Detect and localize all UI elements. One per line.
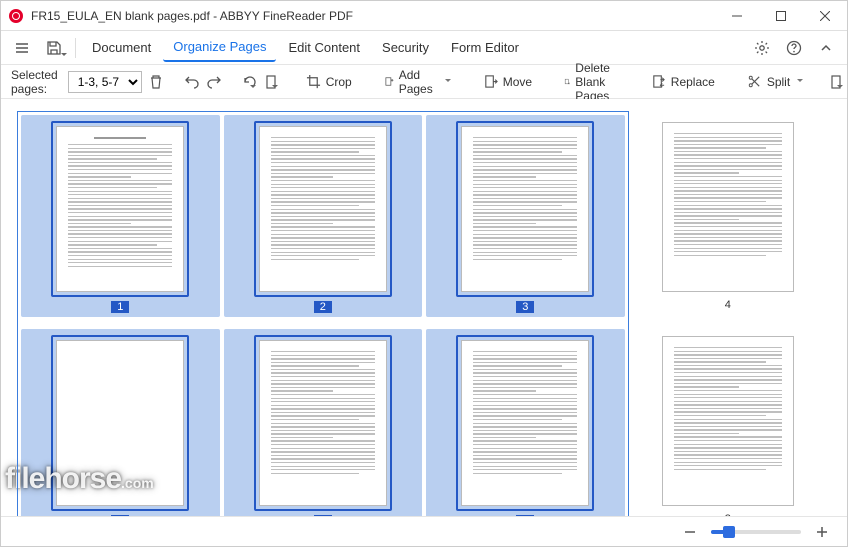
delete-blank-label: Delete Blank Pages: [575, 61, 619, 103]
zoom-out-button[interactable]: [677, 519, 703, 545]
add-pages-button[interactable]: Add Pages: [378, 64, 457, 100]
divider: [75, 38, 76, 58]
add-pages-label: Add Pages: [399, 68, 438, 96]
maximize-button[interactable]: [759, 1, 803, 31]
tab-edit-content[interactable]: Edit Content: [278, 34, 370, 61]
delete-icon[interactable]: [148, 69, 164, 95]
selected-pages-input[interactable]: 1-3, 5-7: [68, 71, 142, 93]
page-number: 8: [719, 513, 737, 516]
collapse-icon[interactable]: [811, 33, 841, 63]
page-thumb-8[interactable]: 8: [627, 327, 830, 516]
page-number: 7: [516, 515, 534, 516]
page-number: 5: [111, 515, 129, 516]
help-icon[interactable]: [779, 33, 809, 63]
replace-label: Replace: [671, 75, 715, 89]
page-number: 2: [314, 301, 332, 313]
page-thumb-2[interactable]: 2: [224, 115, 423, 317]
redo-icon[interactable]: [206, 69, 222, 95]
tab-form-editor[interactable]: Form Editor: [441, 34, 529, 61]
page-number: 4: [719, 299, 737, 311]
replace-button[interactable]: Replace: [645, 70, 721, 93]
page-thumb-1[interactable]: 1: [21, 115, 220, 317]
page-thumb-3[interactable]: 3: [426, 115, 625, 317]
gear-icon[interactable]: [747, 33, 777, 63]
move-label: Move: [503, 75, 532, 89]
tab-organize-pages[interactable]: Organize Pages: [163, 33, 276, 62]
save-button[interactable]: [39, 33, 69, 63]
tab-security[interactable]: Security: [372, 34, 439, 61]
page-thumb-7[interactable]: 7: [426, 329, 625, 516]
page-number: 3: [516, 301, 534, 313]
rotate-icon[interactable]: [242, 69, 258, 95]
undo-icon[interactable]: [184, 69, 200, 95]
minimize-button[interactable]: [715, 1, 759, 31]
menu-icon[interactable]: [7, 33, 37, 63]
split-label: Split: [767, 75, 790, 89]
tab-document[interactable]: Document: [82, 34, 161, 61]
zoom-slider[interactable]: [711, 530, 801, 534]
page-thumb-4[interactable]: 4: [627, 113, 830, 319]
more-page-icon[interactable]: [829, 69, 845, 95]
crop-button[interactable]: Crop: [300, 70, 358, 93]
page-number: 6: [314, 515, 332, 516]
page-thumb-6[interactable]: 6: [224, 329, 423, 516]
app-icon: [9, 9, 23, 23]
page-number: 1: [111, 301, 129, 313]
close-button[interactable]: [803, 1, 847, 31]
move-button[interactable]: Move: [477, 70, 538, 93]
crop-label: Crop: [326, 75, 352, 89]
selected-pages-label: Selected pages:: [11, 68, 58, 96]
window-title: FR15_EULA_EN blank pages.pdf - ABBYY Fin…: [31, 9, 715, 23]
zoom-in-button[interactable]: [809, 519, 835, 545]
page-grid[interactable]: 1234 5678 filehorse.com: [1, 99, 847, 516]
page-options-icon[interactable]: [264, 69, 280, 95]
split-button[interactable]: Split: [741, 70, 809, 93]
page-thumb-5[interactable]: 5: [21, 329, 220, 516]
